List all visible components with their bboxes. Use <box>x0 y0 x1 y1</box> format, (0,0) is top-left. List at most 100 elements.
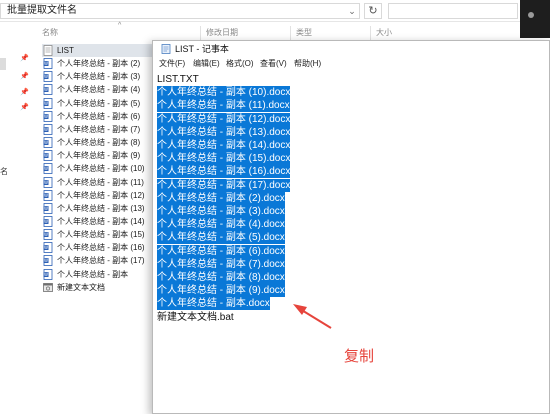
word-document-icon: W <box>43 150 53 162</box>
address-bar[interactable]: 批量提取文件名 <box>0 3 360 19</box>
word-document-icon: W <box>43 110 53 122</box>
svg-text:W: W <box>44 180 48 185</box>
selected-text-line[interactable]: 个人年终总结 - 副本 (16).docx <box>157 165 291 179</box>
notepad-icon <box>161 44 171 54</box>
circle-icon <box>528 12 534 18</box>
file-name: 个人年终总结 - 副本 (7) <box>57 124 141 134</box>
selected-text-line[interactable]: 个人年终总结 - 副本 (9).docx <box>157 284 285 298</box>
selected-text-line[interactable]: 个人年终总结 - 副本 (3).docx <box>157 205 285 218</box>
menu-view[interactable]: 查看(V) <box>260 57 287 71</box>
selected-text-line[interactable]: 个人年终总结 - 副本 (6).docx <box>157 244 285 258</box>
selected-text-line[interactable]: 个人年终总结 - 副本 (13).docx <box>157 125 291 139</box>
menu-format[interactable]: 格式(O) <box>226 57 254 71</box>
chevron-down-icon[interactable]: ⌄ <box>344 3 360 19</box>
search-input[interactable] <box>388 3 518 19</box>
file-name: 个人年终总结 - 副本 (17) <box>57 256 145 266</box>
svg-text:W: W <box>44 127 48 132</box>
file-row[interactable]: W 个人年终总结 - 副本 (7) <box>42 123 160 136</box>
column-divider[interactable] <box>370 26 371 40</box>
column-divider[interactable] <box>290 26 291 40</box>
word-document-icon: W <box>43 137 53 148</box>
selected-text-line[interactable]: 个人年终总结 - 副本 (10).docx <box>157 86 291 100</box>
file-name: 个人年终总结 - 副本 (13) <box>57 203 145 213</box>
sidebar-selected-item[interactable] <box>0 58 6 70</box>
title-bar[interactable]: LIST - 记事本 <box>153 41 549 57</box>
column-header-modified[interactable]: 修改日期 <box>206 26 238 40</box>
menu-file[interactable]: 文件(F) <box>159 57 185 71</box>
column-header-name[interactable]: 名称 <box>42 26 58 40</box>
svg-text:W: W <box>44 140 48 145</box>
file-name: 个人年终总结 - 副本 (14) <box>57 216 145 226</box>
selected-text-line[interactable]: 个人年终总结 - 副本 (4).docx <box>157 218 285 232</box>
file-name: 个人年终总结 - 副本 (16) <box>57 243 145 253</box>
screen: 批量提取文件名 ⌄ ↻ ^ 名称 修改日期 类型 大小 📌 📌 📌 📌 名 LI… <box>0 0 550 414</box>
window-title: LIST - 记事本 <box>175 44 229 54</box>
file-name: 个人年终总结 - 副本 (11) <box>57 177 144 187</box>
file-row[interactable]: W 个人年终总结 - 副本 (12) <box>42 189 160 202</box>
pin-icon: 📌 <box>20 55 29 62</box>
selected-text-line[interactable]: 个人年终总结 - 副本 (8).docx <box>157 271 285 284</box>
file-row[interactable]: W 个人年终总结 - 副本 <box>42 268 160 281</box>
selected-text-line[interactable]: 个人年终总结 - 副本 (7).docx <box>157 257 285 271</box>
column-divider[interactable] <box>200 26 201 40</box>
svg-text:W: W <box>44 114 48 119</box>
pin-icon: 📌 <box>20 73 29 80</box>
svg-text:W: W <box>44 87 48 92</box>
address-text: 批量提取文件名 <box>7 5 77 16</box>
text-line[interactable]: LIST.TXT <box>157 73 199 86</box>
word-document-icon: W <box>43 84 53 96</box>
file-row[interactable]: W 个人年终总结 - 副本 (4) <box>42 83 160 96</box>
desktop-edge <box>520 0 550 38</box>
selected-text-line[interactable]: 个人年终总结 - 副本 (12).docx <box>157 112 291 126</box>
file-row[interactable]: W 个人年终总结 - 副本 (14) <box>42 215 160 228</box>
menu-edit[interactable]: 编辑(E) <box>193 57 220 71</box>
menu-help[interactable]: 帮助(H) <box>294 57 321 71</box>
svg-text:W: W <box>44 219 48 224</box>
word-document-icon: W <box>43 123 53 135</box>
selected-text-line[interactable]: 个人年终总结 - 副本.docx <box>157 297 270 311</box>
file-row[interactable]: W 个人年终总结 - 副本 (11) <box>42 176 160 189</box>
file-row[interactable]: W 个人年终总结 - 副本 (6) <box>42 110 160 123</box>
file-row[interactable]: W 个人年终总结 - 副本 (3) <box>42 70 160 83</box>
selected-text-line[interactable]: 个人年终总结 - 副本 (5).docx <box>157 231 285 245</box>
svg-text:W: W <box>44 258 48 263</box>
file-row[interactable]: W 个人年终总结 - 副本 (16) <box>42 241 160 254</box>
file-row[interactable]: W 个人年终总结 - 副本 (9) <box>42 149 160 162</box>
sort-caret-icon: ^ <box>118 22 122 29</box>
word-document-icon: W <box>43 255 53 267</box>
selected-text-line[interactable]: 个人年终总结 - 副本 (15).docx <box>157 152 291 166</box>
svg-text:W: W <box>44 153 48 158</box>
selected-text-line[interactable]: 个人年终总结 - 副本 (14).docx <box>157 139 291 152</box>
file-name: 个人年终总结 - 副本 (15) <box>57 230 145 240</box>
file-row[interactable]: W 个人年终总结 - 副本 (15) <box>42 228 160 241</box>
text-line[interactable]: 新建文本文档.bat <box>157 311 234 324</box>
column-header-size[interactable]: 大小 <box>376 26 392 40</box>
selected-text-line[interactable]: 个人年终总结 - 副本 (2).docx <box>157 191 285 205</box>
file-row[interactable]: W 个人年终总结 - 副本 (17) <box>42 254 160 267</box>
word-document-icon: W <box>43 176 53 188</box>
selected-text-line[interactable]: 个人年终总结 - 副本 (11).docx <box>157 99 290 113</box>
file-name: LIST <box>57 46 74 55</box>
file-row[interactable]: W 个人年终总结 - 副本 (2) <box>42 57 160 70</box>
svg-text:W: W <box>44 232 48 237</box>
refresh-icon[interactable]: ↻ <box>364 3 382 19</box>
pin-icon: 📌 <box>20 104 29 111</box>
file-name: 个人年终总结 - 副本 (5) <box>57 98 141 108</box>
file-row[interactable]: W 个人年终总结 - 副本 (5) <box>42 97 160 110</box>
word-document-icon: W <box>43 229 53 240</box>
file-row[interactable]: W 个人年终总结 - 副本 (8) <box>42 136 160 149</box>
sidebar-item-label[interactable]: 名 <box>0 166 8 177</box>
svg-text:W: W <box>44 74 48 79</box>
file-row[interactable]: W 个人年终总结 - 副本 (10) <box>42 162 160 175</box>
file-row[interactable]: LIST <box>42 44 154 57</box>
explorer-toolbar: 批量提取文件名 ⌄ ↻ <box>0 0 550 22</box>
word-document-icon: W <box>43 71 53 83</box>
file-row[interactable]: W 个人年终总结 - 副本 (13) <box>42 202 160 215</box>
file-name: 个人年终总结 - 副本 (3) <box>57 72 141 82</box>
selected-text-line[interactable]: 个人年终总结 - 副本 (17).docx <box>157 178 291 192</box>
word-document-icon: W <box>43 97 53 109</box>
svg-text:W: W <box>44 166 48 171</box>
file-name: 个人年终总结 - 副本 (9) <box>57 151 141 161</box>
file-row[interactable]: 新建文本文档 <box>42 281 160 294</box>
column-header-type[interactable]: 类型 <box>296 26 312 40</box>
